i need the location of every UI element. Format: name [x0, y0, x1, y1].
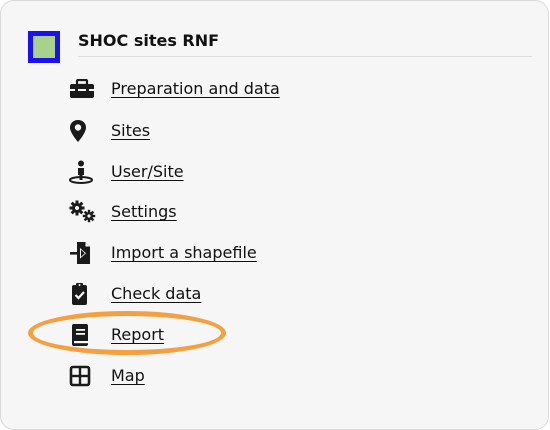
- menu-item-import-shapefile[interactable]: Import a shapefile: [67, 238, 257, 268]
- menu-item-check-data[interactable]: Check data: [67, 279, 201, 309]
- menu-item-label: Import a shapefile: [111, 243, 257, 262]
- gears-icon: [67, 197, 99, 227]
- layer-title: SHOC sites RNF: [78, 31, 220, 50]
- menu-item-label: Sites: [111, 121, 151, 140]
- menu-item-label: Report: [111, 325, 165, 344]
- menu-item-label: Map: [111, 366, 145, 385]
- layer-panel: SHOC sites RNF Preparation and data Site…: [0, 0, 549, 430]
- clipboard-check-icon: [67, 279, 99, 309]
- layer-color-swatch[interactable]: [28, 31, 60, 63]
- menu-item-sites[interactable]: Sites: [67, 116, 150, 146]
- book-icon: [67, 320, 99, 350]
- menu-item-report[interactable]: Report: [67, 320, 164, 350]
- title-divider: [78, 56, 532, 57]
- menu-item-label: User/Site: [111, 162, 184, 181]
- file-import-icon: [67, 238, 99, 268]
- menu-item-label: Settings: [111, 202, 177, 221]
- menu-item-settings[interactable]: Settings: [67, 197, 177, 227]
- menu-item-label: Check data: [111, 284, 202, 303]
- person-location-icon: [67, 157, 99, 187]
- menu-item-map[interactable]: Map: [67, 361, 145, 391]
- menu-item-user-site[interactable]: User/Site: [67, 157, 184, 187]
- map-marker-icon: [67, 116, 99, 146]
- grid-icon: [67, 361, 99, 391]
- toolbox-icon: [67, 74, 99, 104]
- menu-item-label: Preparation and data: [111, 79, 280, 98]
- menu-item-preparation-and-data[interactable]: Preparation and data: [67, 74, 280, 104]
